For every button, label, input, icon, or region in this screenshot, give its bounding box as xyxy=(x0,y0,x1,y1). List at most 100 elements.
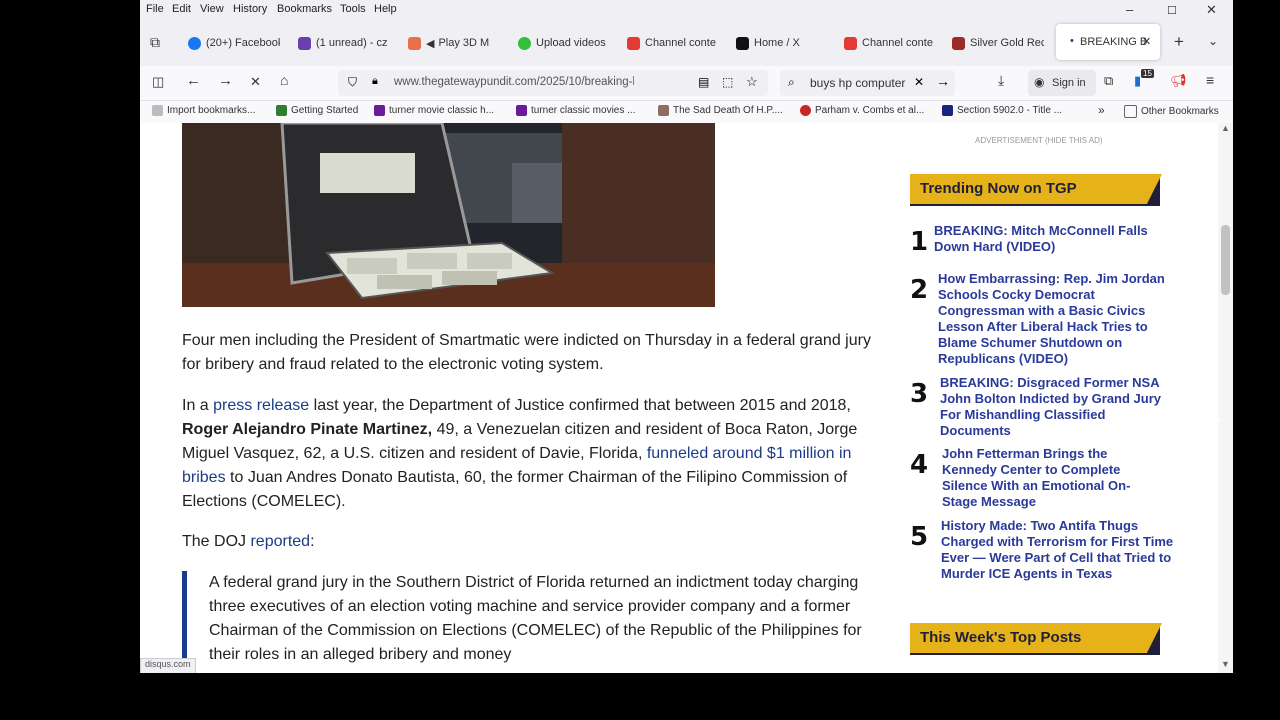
bookmark-import[interactable]: Import bookmarks... xyxy=(152,105,255,116)
url-text[interactable]: www.thegatewaypundit.com/2025/10/breakin… xyxy=(394,76,634,88)
url-bar[interactable]: ⛉ 🔒︎ www.thegatewaypundit.com/2025/10/br… xyxy=(338,70,768,96)
tab-overview-icon[interactable]: ⧉ xyxy=(150,34,160,60)
screenshot-icon[interactable]: ⬚ xyxy=(722,75,733,89)
bookmark-turner-2[interactable]: turner classic movies ... xyxy=(516,105,635,116)
minimize-icon[interactable]: – xyxy=(1126,2,1133,17)
yahoo-mail-icon xyxy=(298,36,311,50)
speaker-icon[interactable]: ◀ xyxy=(426,38,434,50)
bookmark-sad-death[interactable]: The Sad Death Of H.P.... xyxy=(658,105,783,116)
article-paragraph-1: Four men including the President of Smar… xyxy=(182,332,871,373)
x-icon xyxy=(736,36,749,50)
tab-play-3d[interactable]: ◀ Play 3D M xyxy=(408,30,500,56)
bookmarks-bar: Import bookmarks... Getting Started turn… xyxy=(140,101,1233,123)
menu-bookmarks[interactable]: Bookmarks xyxy=(277,3,332,15)
menu-view[interactable]: View xyxy=(200,3,224,15)
downloads-icon[interactable]: ⤓ xyxy=(998,72,1004,89)
extension-badge-count: 15 xyxy=(1141,69,1154,78)
bookmark-parham[interactable]: Parham v. Combs et al... xyxy=(800,105,924,116)
close-window-icon[interactable]: ✕ xyxy=(1206,2,1217,18)
chevron-down-icon[interactable]: ⌄ xyxy=(1208,34,1218,60)
game-icon xyxy=(408,36,421,50)
close-tab-icon[interactable]: ✕ xyxy=(1142,35,1151,48)
bookmark-section-5902[interactable]: Section 5902.0 - Title ... xyxy=(942,105,1062,116)
site-icon xyxy=(952,36,965,50)
yahoo-icon xyxy=(516,105,527,116)
menu-edit[interactable]: Edit xyxy=(172,3,191,15)
menu-file[interactable]: File xyxy=(146,3,164,15)
bookmark-getting-started[interactable]: Getting Started xyxy=(276,105,358,116)
upload-icon xyxy=(518,36,531,50)
lock-icon[interactable]: 🔒︎ xyxy=(372,75,378,88)
mouse-cursor-icon: ↖ xyxy=(1210,410,1224,427)
reader-view-icon[interactable]: ▤ xyxy=(698,75,709,89)
new-tab-icon[interactable]: + xyxy=(1174,32,1184,58)
tab-channel-content-2[interactable]: Channel conte xyxy=(844,30,936,56)
top-posts-banner: This Week's Top Posts xyxy=(910,623,1162,655)
site-icon xyxy=(800,105,811,116)
tab-strip: ⧉ (20+) Facebook (1 unread) - cz ◀ Play 3… xyxy=(140,20,1233,66)
tab-facebook[interactable]: (20+) Facebook xyxy=(188,30,280,56)
scrollbar-thumb[interactable] xyxy=(1221,225,1230,295)
sidebar-icon[interactable]: ◫ xyxy=(152,74,164,90)
import-icon xyxy=(152,105,163,116)
shield-icon[interactable]: ⛉ xyxy=(348,75,357,90)
menu-history[interactable]: History xyxy=(233,3,267,15)
tab-mail[interactable]: (1 unread) - cz xyxy=(298,30,390,56)
page-content: Four men including the President of Smar… xyxy=(140,123,1218,673)
browser-window: File Edit View History Bookmarks Tools H… xyxy=(140,0,1233,673)
site-icon xyxy=(942,105,953,116)
megaphone-icon[interactable]: 📢︎ xyxy=(1170,73,1187,89)
hamburger-menu-icon[interactable]: ≡ xyxy=(1206,72,1214,88)
facebook-icon xyxy=(188,36,201,50)
yahoo-icon xyxy=(374,105,385,116)
site-icon xyxy=(658,105,669,116)
youtube-icon xyxy=(844,36,857,50)
tab-silver-gold[interactable]: Silver Gold Rec xyxy=(952,30,1044,56)
home-icon[interactable]: ⌂ xyxy=(280,72,288,88)
clear-search-icon[interactable]: ✕ xyxy=(914,75,924,89)
other-bookmarks[interactable]: Other Bookmarks xyxy=(1124,105,1219,118)
stop-icon[interactable]: ✕ xyxy=(250,74,261,90)
article-paragraph-3: The DOJ reported: xyxy=(182,533,315,550)
briefcase-money-image xyxy=(182,123,715,307)
article-hero-image xyxy=(182,123,715,307)
tab-breaking[interactable]: • BREAKING B ✕ xyxy=(1056,24,1160,60)
menu-help[interactable]: Help xyxy=(374,3,397,15)
tab-home-x[interactable]: Home / X xyxy=(736,30,828,56)
top-posts-title: This Week's Top Posts xyxy=(920,629,1082,646)
trending-banner: Trending Now on TGP xyxy=(910,174,1162,206)
trending-title: Trending Now on TGP xyxy=(920,180,1077,197)
bookmark-star-icon[interactable]: ☆ xyxy=(746,74,758,90)
search-icon: ⌕ xyxy=(788,75,795,89)
back-icon[interactable]: ← xyxy=(186,72,201,89)
tab-upload-videos[interactable]: Upload videos xyxy=(518,30,610,56)
sidebar: ADVERTISEMENT (HIDE THIS AD) Trending No… xyxy=(910,123,1180,673)
status-bar: disqus.com xyxy=(140,658,196,673)
bookmark-turner-1[interactable]: turner movie classic h... xyxy=(374,105,494,116)
blockquote-text: A federal grand jury in the Southern Dis… xyxy=(209,574,862,663)
youtube-icon xyxy=(627,36,640,50)
page-scrollbar[interactable]: ▲ ▼ xyxy=(1218,123,1233,673)
sign-in-button[interactable]: ◉ Sign in xyxy=(1028,70,1096,96)
go-arrow-icon[interactable]: → xyxy=(936,73,950,89)
tab-channel-content-1[interactable]: Channel conte xyxy=(627,30,719,56)
ad-label[interactable]: ADVERTISEMENT (HIDE THIS AD) xyxy=(975,136,1103,145)
doj-blockquote: A federal grand jury in the Southern Dis… xyxy=(182,571,887,673)
maximize-icon[interactable]: ☐ xyxy=(1167,4,1177,17)
loading-dot-icon: • xyxy=(1070,35,1074,47)
search-query[interactable]: buys hp computer xyxy=(810,76,905,90)
folder-icon xyxy=(1124,105,1137,118)
scroll-down-icon[interactable]: ▼ xyxy=(1221,659,1230,669)
article-paragraph-2: In a press release last year, the Depart… xyxy=(182,397,858,510)
search-box[interactable]: ⌕ buys hp computer ✕ → xyxy=(780,70,955,96)
reported-link[interactable]: reported xyxy=(250,533,310,550)
forward-icon[interactable]: → xyxy=(218,72,233,89)
scroll-up-icon[interactable]: ▲ xyxy=(1221,123,1230,133)
menu-tools[interactable]: Tools xyxy=(340,3,366,15)
menu-bar: File Edit View History Bookmarks Tools H… xyxy=(140,0,1233,20)
account-icon: ◉ xyxy=(1034,75,1045,89)
more-bookmarks-icon[interactable]: » xyxy=(1098,103,1105,117)
press-release-link[interactable]: press release xyxy=(213,397,309,414)
firefox-icon xyxy=(276,105,287,116)
extensions-icon[interactable]: ⧉ xyxy=(1104,73,1113,89)
